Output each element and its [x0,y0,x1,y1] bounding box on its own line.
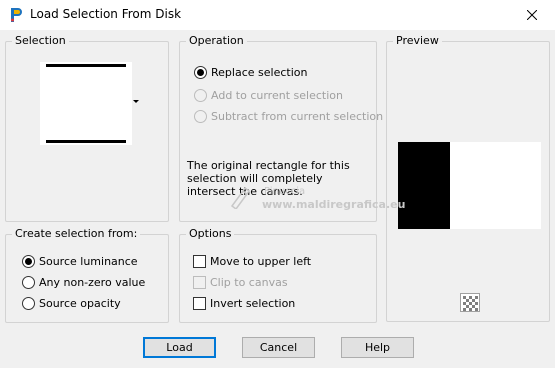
options-group-label: Options [186,227,235,240]
window-title: Load Selection From Disk [30,7,182,21]
checkbox-icon [193,276,206,289]
selection-group: Selection [5,34,169,222]
preview-image [398,142,541,229]
pen-icon [230,186,251,209]
move-to-upper-left-checkbox[interactable]: Move to upper left [193,255,311,268]
radio-icon [194,110,207,123]
watermark: Pinuccia www.maldiregrafica.eu [228,185,405,211]
add-to-current-selection-radio[interactable]: Add to current selection [194,89,343,102]
preview-group: Preview [386,34,550,322]
radio-icon [22,255,35,268]
any-non-zero-value-label: Any non-zero value [39,276,146,289]
load-button[interactable]: Load [143,337,216,358]
clip-to-canvas-checkbox[interactable]: Clip to canvas [193,276,288,289]
source-opacity-label: Source opacity [39,297,121,310]
title-bar: Load Selection From Disk [0,0,555,30]
move-to-upper-left-label: Move to upper left [210,255,312,268]
dropdown-arrow-icon[interactable] [133,100,139,103]
close-button[interactable] [509,0,555,30]
create-selection-group-label: Create selection from: [12,227,141,240]
any-non-zero-value-radio[interactable]: Any non-zero value [22,276,145,289]
replace-selection-radio[interactable]: Replace selection [194,66,307,79]
watermark-name: Pinuccia [264,186,306,197]
checkbox-icon [193,297,206,310]
replace-selection-label: Replace selection [211,66,308,79]
radio-icon [194,89,207,102]
radio-icon [194,66,207,79]
radio-icon [22,276,35,289]
watermark-url: www.maldiregrafica.eu [262,198,406,211]
selection-thumbnail-bottom-line [46,140,126,143]
selection-group-label: Selection [12,34,69,47]
close-icon [527,10,537,20]
selection-thumbnail[interactable] [40,62,132,145]
checkerboard-icon[interactable] [460,293,480,312]
help-button[interactable]: Help [341,337,414,358]
invert-selection-checkbox[interactable]: Invert selection [193,297,295,310]
checkbox-icon [193,255,206,268]
invert-selection-label: Invert selection [210,297,296,310]
subtract-from-current-selection-radio[interactable]: Subtract from current selection [194,110,383,123]
cancel-button[interactable]: Cancel [242,337,315,358]
operation-group-label: Operation [186,34,247,47]
subtract-from-current-selection-label: Subtract from current selection [211,110,384,123]
radio-icon [22,297,35,310]
paint-shop-pro-icon [11,8,22,22]
options-group: Options Move to upper left Clip to canva… [179,227,377,323]
preview-group-label: Preview [393,34,442,47]
preview-black-region [398,142,450,229]
create-selection-group: Create selection from: Source luminance … [5,227,169,323]
source-luminance-label: Source luminance [39,255,138,268]
add-to-current-selection-label: Add to current selection [211,89,343,102]
selection-thumbnail-top-line [46,64,126,67]
source-opacity-radio[interactable]: Source opacity [22,297,121,310]
source-luminance-radio[interactable]: Source luminance [22,255,138,268]
clip-to-canvas-label: Clip to canvas [210,276,288,289]
